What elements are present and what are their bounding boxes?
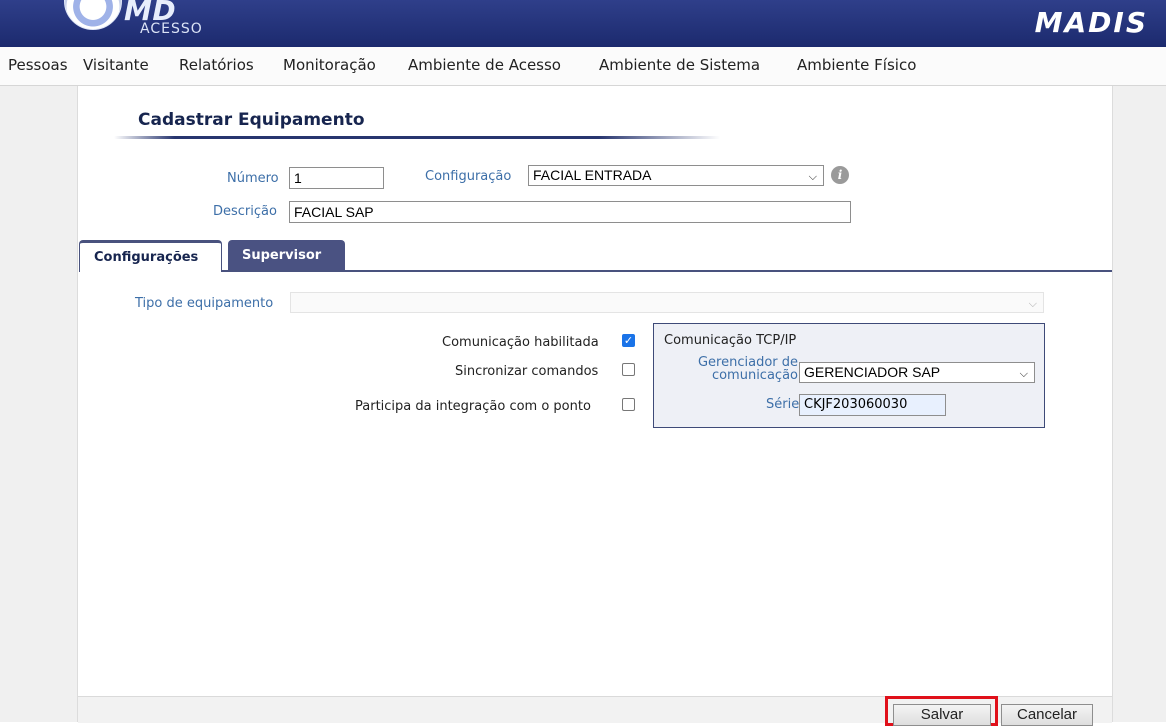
cancelar-button[interactable]: Cancelar xyxy=(1001,704,1093,726)
comunicacao-habilitada-label: Comunicação habilitada xyxy=(442,335,599,350)
comunicacao-habilitada-checkbox[interactable]: ✓ xyxy=(622,334,635,347)
gerenciador-select[interactable]: GERENCIADOR SAP ⌵ xyxy=(799,362,1035,383)
salvar-button[interactable]: Salvar xyxy=(893,704,991,726)
logo-sub-text: ACESSO xyxy=(140,21,203,37)
app-logo[interactable]: MD ACESSO xyxy=(58,0,228,47)
numero-input[interactable]: 1 xyxy=(289,167,384,189)
chevron-down-icon: ⌵ xyxy=(1019,368,1028,380)
chevron-down-icon: ⌵ xyxy=(808,171,817,183)
content-panel: Cadastrar Equipamento Número 1 Configura… xyxy=(77,86,1113,726)
integracao-ponto-checkbox[interactable] xyxy=(622,398,635,411)
title-underline xyxy=(114,136,720,139)
menu-monitoracao[interactable]: Monitoração xyxy=(283,56,376,74)
info-icon[interactable]: i xyxy=(831,166,849,184)
sincronizar-comandos-label: Sincronizar comandos xyxy=(455,364,599,379)
tipo-equipamento-label: Tipo de equipamento xyxy=(135,296,274,311)
serie-label: Série xyxy=(766,397,800,412)
app-header: MD ACESSO MADIS xyxy=(0,0,1166,47)
menu-ambiente-fisico[interactable]: Ambiente Físico xyxy=(797,56,916,74)
configuracao-value: FACIAL ENTRADA xyxy=(533,167,652,183)
page-title: Cadastrar Equipamento xyxy=(138,110,365,130)
menu-ambiente-sistema[interactable]: Ambiente de Sistema xyxy=(599,56,760,74)
brand-logo: MADIS xyxy=(1034,6,1148,39)
tab-configuracoes[interactable]: Configurações xyxy=(79,240,222,272)
page-frame: Cadastrar Equipamento Número 1 Configura… xyxy=(0,86,1166,726)
descricao-input[interactable]: FACIAL SAP xyxy=(289,201,851,223)
tcp-ip-group: Comunicação TCP/IP Gerenciador de comuni… xyxy=(653,323,1045,428)
tcp-ip-title: Comunicação TCP/IP xyxy=(664,333,797,348)
integracao-ponto-label: Participa da integração com o ponto xyxy=(355,399,591,414)
tipo-equipamento-select[interactable]: ⌵ xyxy=(290,292,1044,313)
sincronizar-comandos-checkbox[interactable] xyxy=(622,363,635,376)
numero-label: Número xyxy=(227,171,279,186)
tab-divider xyxy=(222,270,1112,272)
configuracao-label: Configuração xyxy=(425,169,512,184)
menu-relatorios[interactable]: Relatórios xyxy=(179,56,254,74)
menu-pessoas[interactable]: Pessoas xyxy=(8,56,68,74)
gerenciador-label-line2: comunicação xyxy=(711,368,798,383)
gerenciador-label: Gerenciador de comunicação xyxy=(685,356,798,382)
menu-visitante[interactable]: Visitante xyxy=(83,56,149,74)
descricao-label: Descrição xyxy=(213,204,277,219)
chevron-down-icon: ⌵ xyxy=(1028,298,1037,310)
main-menu: Pessoas Visitante Relatórios Monitoração… xyxy=(0,47,1166,86)
gerenciador-value: GERENCIADOR SAP xyxy=(804,364,941,380)
configuracao-select[interactable]: FACIAL ENTRADA ⌵ xyxy=(528,165,824,186)
logo-emblem-icon xyxy=(64,0,122,30)
tab-supervisor[interactable]: Supervisor xyxy=(228,240,345,270)
menu-ambiente-acesso[interactable]: Ambiente de Acesso xyxy=(408,56,561,74)
serie-input[interactable]: CKJF203060030 xyxy=(799,394,946,416)
